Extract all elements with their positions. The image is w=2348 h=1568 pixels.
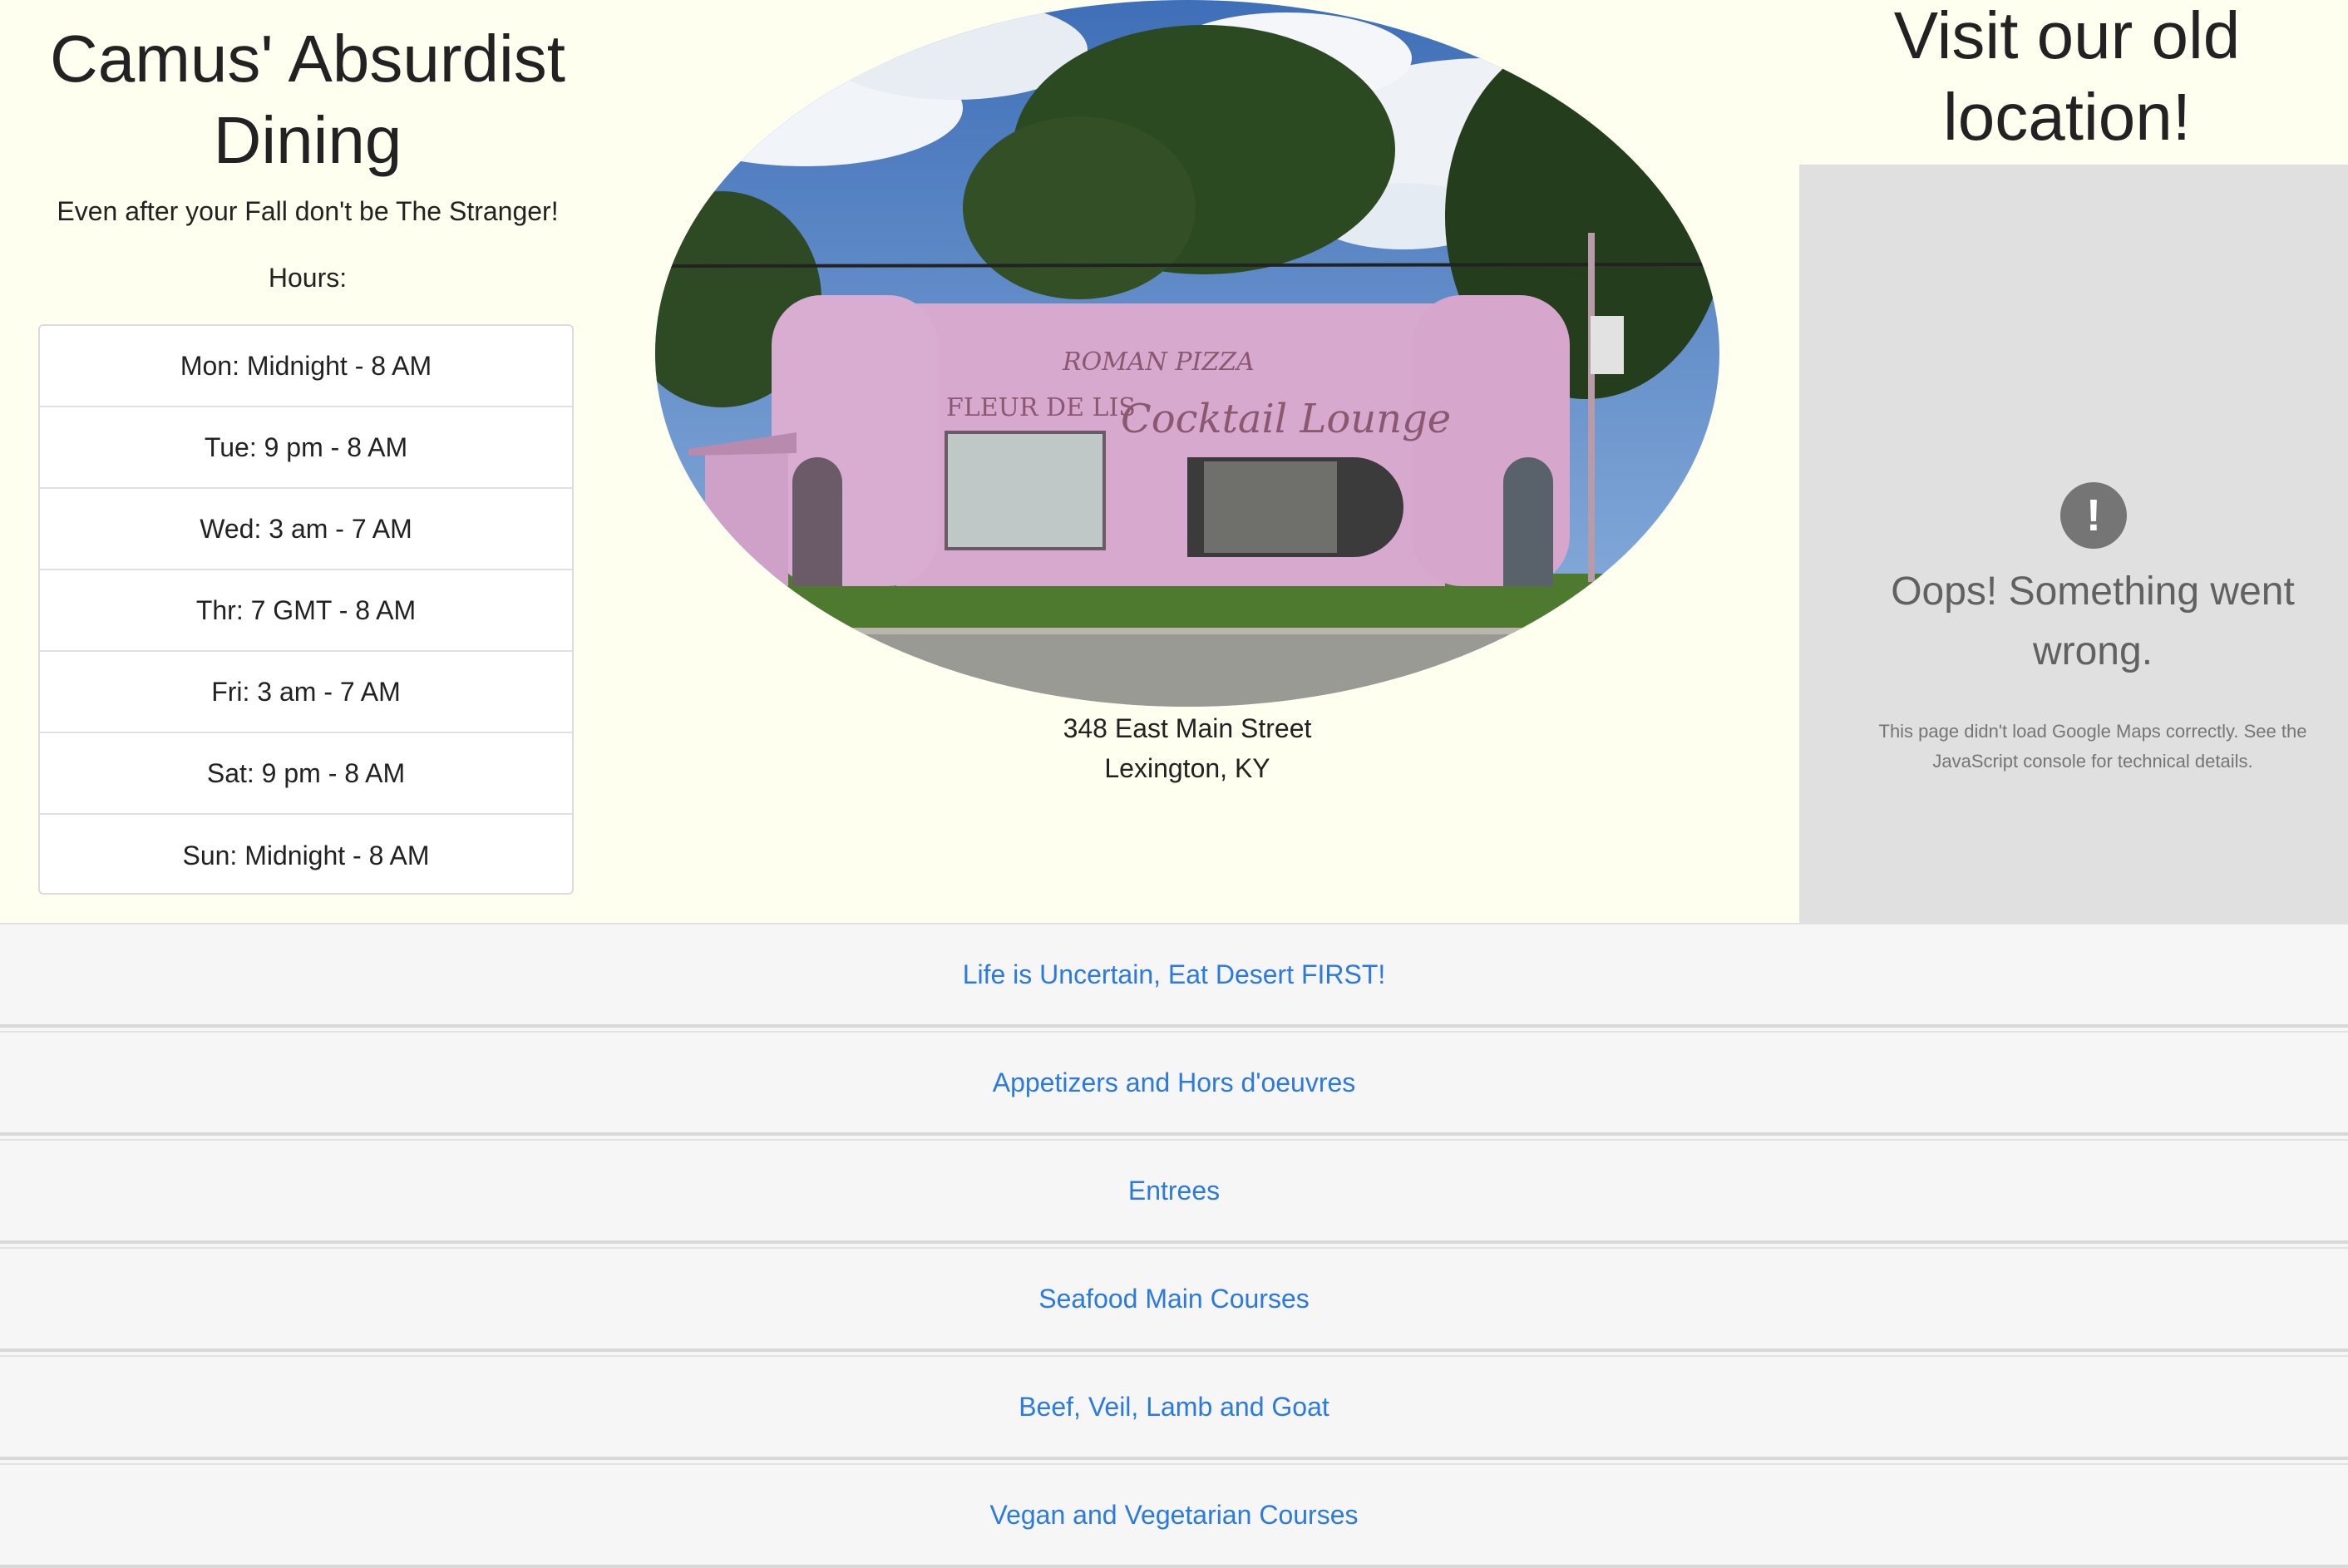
google-map[interactable] — [1799, 165, 2348, 923]
sign-roman-pizza: ROMAN PIZZA — [1062, 348, 1255, 377]
address-city: Lexington, KY — [1104, 753, 1270, 783]
menu-link-entrees[interactable]: Entrees — [0, 1139, 2348, 1244]
menu-link-beef-veil-lamb-goat[interactable]: Beef, Veil, Lamb and Goat — [0, 1355, 2348, 1460]
hours-item-fri: Fri: 3 am - 7 AM — [40, 652, 572, 733]
error-icon: ! — [2060, 482, 2127, 549]
map-error-detail: This page didn't load Google Maps correc… — [1878, 721, 2307, 772]
address-street: 348 East Main Street — [1063, 713, 1312, 743]
hours-item-sat: Sat: 9 pm - 8 AM — [40, 733, 572, 815]
hours-item-wed: Wed: 3 am - 7 AM — [40, 489, 572, 570]
sign-fleur-de-lis: FLEUR DE LIS — [946, 393, 1136, 422]
hours-list: Mon: Midnight - 8 AM Tue: 9 pm - 8 AM We… — [38, 324, 574, 895]
hours-item-thr: Thr: 7 GMT - 8 AM — [40, 570, 572, 652]
menu-sections: Life is Uncertain, Eat Desert FIRST! App… — [0, 923, 2348, 1568]
address: 348 East Main Street Lexington, KY — [915, 708, 1460, 788]
hours-item-mon: Mon: Midnight - 8 AM — [40, 326, 572, 407]
menu-link-appetizers[interactable]: Appetizers and Hors d'oeuvres — [0, 1031, 2348, 1136]
menu-link-vegan[interactable]: Vegan and Vegetarian Courses — [0, 1463, 2348, 1568]
map-error-title: Oops! Something went wrong. — [1891, 570, 2295, 673]
tagline: Even after your Fall don't be The Strang… — [57, 196, 559, 226]
map-heading: Visit our old location! — [1893, 0, 2241, 154]
menu-link-desserts[interactable]: Life is Uncertain, Eat Desert FIRST! — [0, 923, 2348, 1028]
page-title: Camus' Absurdist Dining — [50, 22, 565, 177]
menu-link-seafood[interactable]: Seafood Main Courses — [0, 1247, 2348, 1352]
hours-label: Hours: — [268, 263, 348, 293]
sign-cocktail-lounge: Cocktail Lounge — [1121, 396, 1451, 442]
hours-item-sun: Sun: Midnight - 8 AM — [182, 840, 430, 870]
hours-item-tue: Tue: 9 pm - 8 AM — [40, 407, 572, 489]
restaurant-photo: ROMAN PIZZA FLEUR DE LIS Cocktail Lounge — [655, 0, 1719, 707]
